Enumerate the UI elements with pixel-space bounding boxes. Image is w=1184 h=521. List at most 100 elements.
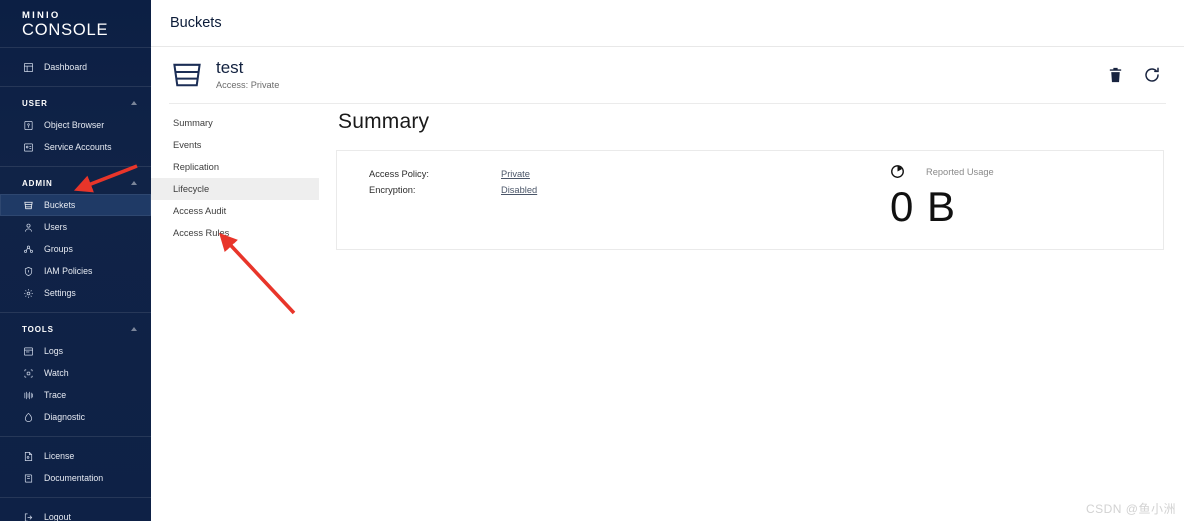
watermark: CSDN @鱼小洲 [1085, 502, 1176, 516]
sidebar-item-groups[interactable]: Groups [0, 238, 151, 260]
logo-console-text: CONSOLE [22, 21, 109, 39]
bucket-header-actions [1105, 65, 1162, 86]
sidebar-item-logs[interactable]: Logs [0, 340, 151, 362]
license-icon [22, 450, 35, 463]
sidebar-item-label: Settings [44, 288, 76, 298]
reported-usage-header: Reported Usage [890, 164, 994, 179]
subnav-item-replication[interactable]: Replication [151, 156, 319, 178]
user-icon [22, 221, 35, 234]
logo-minio-text: MINIO [22, 10, 61, 21]
page-title: Buckets [170, 15, 222, 31]
summary-row-access-policy: Access Policy: Private [369, 169, 537, 185]
object-browser-icon [22, 119, 35, 132]
bucket-body: Summary Events Replication Lifecycle Acc… [151, 104, 1184, 521]
sidebar-item-trace[interactable]: Trace [0, 384, 151, 406]
bucket-icon [169, 57, 205, 93]
sidebar-item-users[interactable]: Users [0, 216, 151, 238]
sidebar-item-label: Trace [44, 390, 67, 400]
sidebar-section-user[interactable]: USER [0, 92, 151, 114]
sidebar-section-label: TOOLS [22, 324, 54, 334]
sidebar-item-label: Service Accounts [44, 142, 112, 152]
subnav-item-label: Lifecycle [173, 184, 210, 194]
sidebar-item-label: Logout [44, 512, 71, 521]
sidebar-section-tools[interactable]: TOOLS [0, 318, 151, 340]
summary-properties: Access Policy: Private Encryption: Disab… [337, 165, 537, 201]
bucket-icon [22, 199, 35, 212]
logout-icon [22, 511, 35, 521]
subnav-item-events[interactable]: Events [151, 134, 319, 156]
minio-console-app: MINIO CONSOLE Dashboard USER Object Brow… [0, 0, 1184, 521]
sidebar-item-buckets[interactable]: Buckets [0, 194, 151, 216]
pie-chart-icon [890, 164, 905, 179]
diagnostic-icon [22, 411, 35, 424]
sidebar-item-label: Object Browser [44, 120, 105, 130]
main-area: Buckets test Access: Private Summary Eve… [151, 0, 1184, 521]
sidebar-item-label: Logs [44, 346, 64, 356]
gear-icon [22, 287, 35, 300]
reported-usage-block: Reported Usage 0 B [890, 164, 994, 231]
sidebar-item-label: Users [44, 222, 67, 232]
sidebar-item-label: Documentation [44, 473, 104, 483]
subnav-item-label: Summary [173, 118, 213, 128]
sidebar-item-dashboard[interactable]: Dashboard [0, 56, 151, 78]
reported-usage-label: Reported Usage [926, 166, 994, 177]
trace-icon [22, 389, 35, 402]
groups-icon [22, 243, 35, 256]
shield-icon [22, 265, 35, 278]
summary-row-encryption: Encryption: Disabled [369, 185, 537, 201]
sidebar-item-service-accounts[interactable]: Service Accounts [0, 136, 151, 158]
delete-bucket-button[interactable] [1105, 65, 1126, 86]
summary-card: Access Policy: Private Encryption: Disab… [336, 150, 1164, 250]
subnav-item-label: Access Audit [173, 206, 227, 216]
bucket-name: test [216, 58, 244, 77]
topbar: Buckets [151, 0, 1184, 47]
sidebar-item-documentation[interactable]: Documentation [0, 467, 151, 489]
bucket-access-label: Access: Private [216, 80, 280, 90]
access-policy-value[interactable]: Private [501, 169, 530, 179]
subnav-item-label: Events [173, 140, 202, 150]
bucket-titles: test Access: Private [216, 58, 1105, 92]
subnav-item-access-audit[interactable]: Access Audit [151, 200, 319, 222]
sidebar-item-label: Diagnostic [44, 412, 86, 422]
sidebar-item-label: License [44, 451, 75, 461]
sidebar-item-label: Groups [44, 244, 73, 254]
sidebar-item-label: Buckets [44, 200, 76, 210]
documentation-icon [22, 472, 35, 485]
encryption-value[interactable]: Disabled [501, 185, 537, 195]
refresh-button[interactable] [1141, 65, 1162, 86]
chevron-up-icon[interactable] [131, 101, 137, 105]
encryption-label: Encryption: [369, 185, 416, 195]
sidebar-item-logout[interactable]: Logout [0, 506, 151, 521]
access-policy-label: Access Policy: [369, 169, 429, 179]
sidebar-item-label: IAM Policies [44, 266, 93, 276]
logs-icon [22, 345, 35, 358]
subnav-item-label: Access Rules [173, 228, 230, 238]
sidebar-item-label: Dashboard [44, 62, 88, 72]
chevron-up-icon[interactable] [131, 181, 137, 185]
subnav-item-lifecycle[interactable]: Lifecycle [151, 178, 319, 200]
sidebar-section-label: ADMIN [22, 178, 53, 188]
sidebar-item-settings[interactable]: Settings [0, 282, 151, 304]
subnav-item-summary[interactable]: Summary [151, 112, 319, 134]
dashboard-icon [22, 61, 35, 74]
sidebar-item-iam-policies[interactable]: IAM Policies [0, 260, 151, 282]
sidebar-item-license[interactable]: License [0, 445, 151, 467]
sidebar-item-label: Watch [44, 368, 69, 378]
sidebar-item-object-browser[interactable]: Object Browser [0, 114, 151, 136]
summary-content: Summary Access Policy: Private Encryptio… [319, 104, 1184, 521]
logo[interactable]: MINIO CONSOLE [0, 0, 151, 47]
summary-title: Summary [338, 110, 430, 133]
sidebar-section-admin[interactable]: ADMIN [0, 172, 151, 194]
subnav-item-label: Replication [173, 162, 219, 172]
reported-usage-value: 0 B [890, 183, 957, 230]
service-accounts-icon [22, 141, 35, 154]
watch-icon [22, 367, 35, 380]
sidebar-section-label: USER [22, 98, 48, 108]
chevron-up-icon[interactable] [131, 327, 137, 331]
sidebar-item-watch[interactable]: Watch [0, 362, 151, 384]
sidebar: MINIO CONSOLE Dashboard USER Object Brow… [0, 0, 151, 521]
bucket-subnav: Summary Events Replication Lifecycle Acc… [151, 104, 319, 521]
subnav-item-access-rules[interactable]: Access Rules [151, 222, 319, 244]
bucket-header: test Access: Private [151, 47, 1184, 103]
sidebar-item-diagnostic[interactable]: Diagnostic [0, 406, 151, 428]
